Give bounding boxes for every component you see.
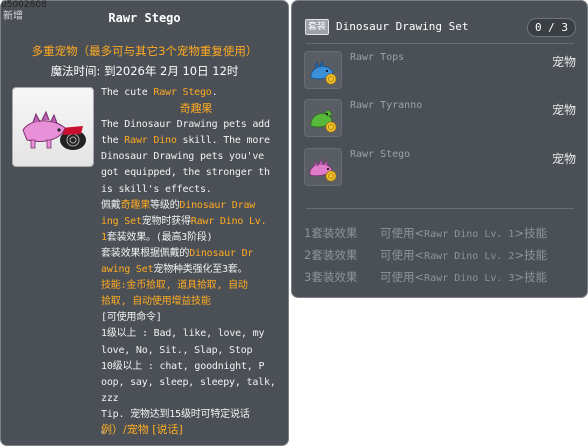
set-item-rawr-tops[interactable]: Rawr Tops 宠物 xyxy=(304,51,576,93)
desc-text: zzz xyxy=(101,392,119,404)
desc-text: [可使用命令] xyxy=(101,312,162,324)
desc-skill-list: 技能:金币拾取, 道具拾取, 自动 xyxy=(101,280,248,292)
set-effect-label: 2套装效果 xyxy=(304,248,358,262)
rawr-tyranno-icon xyxy=(304,99,342,137)
set-effect-skill: Rawr Dino Lv. 2 xyxy=(424,251,515,262)
desc-text: . xyxy=(211,87,218,98)
desc-text: 宠物时获得 xyxy=(141,215,191,227)
desc-highlight: Dinosaur Dr xyxy=(189,247,254,259)
set-item-name: Rawr Stego xyxy=(350,149,411,160)
item-tooltip: Rawr Stego 多重宠物（最多可与其它3个宠物重复使用） 魔法时间: 到2… xyxy=(0,0,289,446)
set-item-type: 宠物 xyxy=(551,55,576,69)
desc-text: skill. The more xyxy=(176,135,271,147)
set-item-type: 宠物 xyxy=(551,152,576,166)
desc-footer: 例）/宠物 [说话] xyxy=(101,423,183,436)
desc-text: love, No, Sit., Slap, Stop xyxy=(101,344,253,356)
set-panel: 套装 Dinosaur Drawing Set 0 / 3 Rawr Tops … xyxy=(291,0,588,298)
divider xyxy=(306,208,574,209)
set-item-name: Rawr Tops xyxy=(350,52,405,63)
desc-highlight: Rawr Dino Lv. xyxy=(190,215,267,227)
desc-text: oop, say, sleep, sleepy, talk, xyxy=(101,376,276,388)
desc-highlight: 奇趣果 xyxy=(120,199,151,211)
set-effect-suffix: >技能 xyxy=(514,270,548,284)
desc-text: The Dinosaur Drawing pets add xyxy=(101,119,270,131)
set-effect-prefix: 可使用< xyxy=(380,226,425,240)
set-effect-2: 2套装效果 可使用<Rawr Dino Lv. 2>技能 xyxy=(304,247,547,263)
desc-text: 10级以上 : chat, goodnight, P xyxy=(101,360,265,372)
set-effect-3: 3套装效果 可使用<Rawr Dino Lv. 3>技能 xyxy=(304,269,547,285)
item-description: The cute Rawr Stego. 奇趣果 The Dinosaur Dr… xyxy=(101,85,281,439)
desc-highlight: 奇趣果 xyxy=(179,102,213,116)
desc-highlight: Rawr Dino xyxy=(124,135,177,147)
set-effect-prefix: 可使用< xyxy=(380,270,425,284)
set-item-type: 宠物 xyxy=(551,103,576,117)
desc-text: The cute xyxy=(101,87,154,98)
set-badge: 套装 xyxy=(305,19,329,35)
rawr-tops-icon xyxy=(304,51,342,89)
desc-highlight: Rawr Stego xyxy=(153,87,212,98)
set-count-badge: 0 / 3 xyxy=(527,18,576,37)
desc-highlight: Dinosaur Draw xyxy=(179,199,256,211)
expire-date: 魔法时间: 到2026年 2月 10日 12时 xyxy=(50,64,239,78)
set-effect-label: 3套装效果 xyxy=(304,270,358,284)
desc-text: the xyxy=(101,135,125,147)
set-effect-1: 1套装效果 可使用<Rawr Dino Lv. 1>技能 xyxy=(304,225,547,241)
divider xyxy=(306,43,574,44)
desc-text: 套装效果。(最高3阶段) xyxy=(106,231,213,243)
rawr-stego-icon xyxy=(22,110,86,150)
new-label: 新增 xyxy=(3,11,23,22)
desc-text: is skill's effects. xyxy=(101,183,212,195)
rawr-stego-icon xyxy=(304,148,342,186)
desc-text: 宠物种类强化至3套。 xyxy=(153,264,248,276)
item-id-label: 05002808 xyxy=(1,0,47,10)
desc-text: 1级以上 : Bad, like, love, my xyxy=(101,328,265,340)
item-icon-frame xyxy=(12,87,94,167)
desc-text: Dinosaur Drawing pets you've xyxy=(101,151,264,163)
desc-skill-list: 拾取, 自动使用增益技能 xyxy=(101,296,211,308)
desc-text: 等级的 xyxy=(150,199,180,211)
set-effect-suffix: >技能 xyxy=(514,226,548,240)
item-name: Rawr Stego xyxy=(108,11,181,25)
item-type-line: 多重宠物（最多可与其它3个宠物重复使用） xyxy=(31,44,258,58)
set-effect-skill: Rawr Dino Lv. 3 xyxy=(424,273,515,284)
desc-text: 佩戴 xyxy=(101,199,121,211)
set-effect-suffix: >技能 xyxy=(514,248,548,262)
desc-highlight: awing Set xyxy=(101,264,154,276)
set-title: Dinosaur Drawing Set xyxy=(336,20,469,33)
set-effect-label: 1套装效果 xyxy=(304,226,358,240)
desc-text: got equipped, the stronger th xyxy=(101,167,270,179)
set-item-name: Rawr Tyranno xyxy=(350,100,423,111)
set-item-rawr-tyranno[interactable]: Rawr Tyranno 宠物 xyxy=(304,99,576,141)
set-item-rawr-stego[interactable]: Rawr Stego 宠物 xyxy=(304,148,576,190)
set-effect-skill: Rawr Dino Lv. 1 xyxy=(424,229,515,240)
desc-text: 套装效果根据佩戴的 xyxy=(101,247,190,259)
desc-highlight: ing Set xyxy=(101,215,142,227)
set-effect-prefix: 可使用< xyxy=(380,248,425,262)
